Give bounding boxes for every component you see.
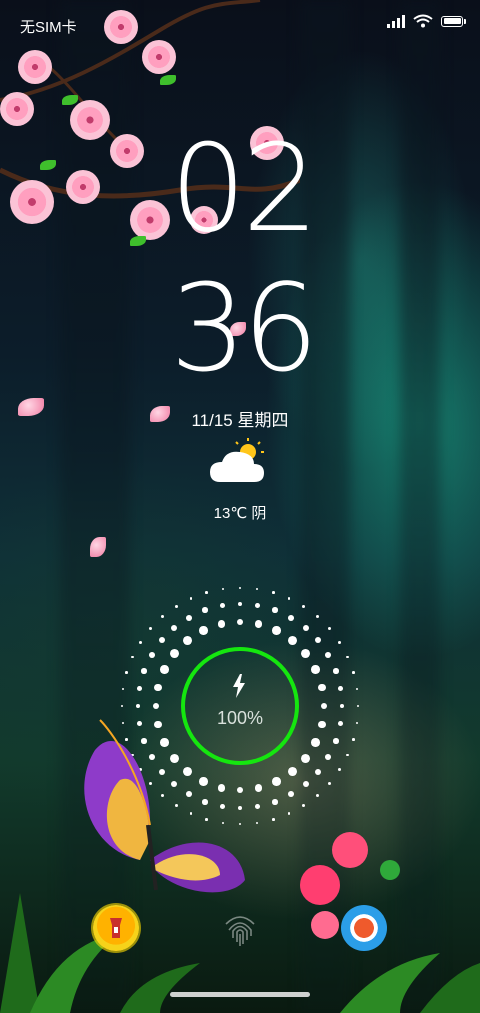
- charging-dot: [302, 803, 306, 807]
- charging-dot: [318, 683, 326, 692]
- charging-dot: [272, 626, 281, 635]
- charging-dot: [337, 768, 341, 772]
- charging-dot: [137, 685, 142, 691]
- flashlight-button[interactable]: [93, 905, 139, 951]
- charging-dot: [131, 655, 135, 659]
- blossom: [18, 50, 52, 84]
- charging-dot: [337, 640, 341, 644]
- charging-dot: [255, 804, 261, 809]
- status-bar: 无SIM卡: [0, 0, 480, 50]
- charging-dot: [355, 721, 358, 724]
- charging-dot: [141, 668, 147, 674]
- blossom: [110, 134, 144, 168]
- charging-dot: [318, 720, 326, 729]
- charging-dot: [174, 605, 178, 609]
- charging-dot: [272, 607, 278, 613]
- charging-dot: [237, 601, 243, 607]
- battery-tip: [464, 18, 466, 24]
- charging-dot: [148, 652, 155, 658]
- charging-dot: [351, 737, 355, 741]
- charging-dot: [186, 614, 192, 621]
- charging-dot: [311, 738, 320, 747]
- charging-dot: [205, 591, 209, 595]
- charging-dot: [160, 665, 169, 674]
- charging-dot: [287, 767, 297, 777]
- charging-dot: [254, 620, 263, 628]
- charging-dot: [154, 683, 162, 692]
- charging-dot: [135, 703, 141, 709]
- charging-dot: [161, 615, 165, 619]
- charging-dot: [338, 685, 343, 691]
- charging-dot: [255, 603, 261, 608]
- charging-dot: [302, 624, 309, 631]
- lightning-bolt-icon: [233, 674, 245, 698]
- camera-button[interactable]: [341, 905, 387, 951]
- charging-dot: [333, 738, 339, 744]
- charging-dot: [271, 817, 275, 821]
- charging-dot: [255, 588, 258, 591]
- charging-dot: [333, 668, 339, 674]
- charging-dot: [222, 588, 225, 591]
- home-indicator[interactable]: [170, 992, 310, 997]
- charging-dot: [169, 649, 179, 659]
- butterfly-decoration: [84, 719, 245, 893]
- clock-minute: 36: [170, 260, 319, 399]
- charging-dot: [219, 603, 225, 608]
- charging-dot: [120, 704, 124, 708]
- charging-dot: [139, 640, 143, 644]
- blossom: [10, 180, 54, 224]
- clock-hour: 02: [170, 120, 319, 259]
- charging-dot: [315, 768, 322, 775]
- charging-dot: [355, 688, 358, 691]
- partly-cloudy-icon: [210, 438, 264, 482]
- fingerprint-icon[interactable]: [216, 904, 264, 952]
- charging-dot: [272, 777, 281, 786]
- charging-dot: [271, 591, 275, 595]
- charging-dot: [255, 821, 258, 824]
- blossom: [66, 170, 100, 204]
- charging-dot: [327, 781, 331, 785]
- status-icons: [387, 14, 466, 28]
- charging-dot: [302, 781, 309, 788]
- charging-dot: [288, 791, 294, 798]
- charging-dot: [315, 793, 319, 797]
- charging-dot: [311, 665, 320, 674]
- charging-dot: [152, 702, 160, 710]
- blossom: [0, 92, 34, 126]
- charging-dot: [338, 721, 343, 727]
- carrier-label: 无SIM卡: [20, 19, 77, 36]
- charging-dot: [351, 671, 355, 675]
- charging-dot: [236, 618, 244, 626]
- camera-icon: [341, 905, 387, 951]
- charging-dot: [287, 635, 297, 645]
- charging-dot: [288, 614, 294, 621]
- charging-dot: [183, 635, 193, 645]
- charging-dot: [149, 627, 153, 631]
- charging-dot: [356, 704, 360, 708]
- blossom: [70, 100, 110, 140]
- blossom: [130, 200, 170, 240]
- signal-icon: [387, 14, 405, 28]
- charging-dot: [254, 784, 263, 792]
- charging-dot: [327, 627, 331, 631]
- charging-dot: [238, 586, 242, 590]
- charging-dot: [217, 620, 226, 628]
- charging-dot: [287, 811, 291, 815]
- date-weekday: 11/15 星期四: [191, 411, 289, 430]
- wifi-icon: [413, 14, 433, 28]
- flashlight-icon: [110, 918, 122, 938]
- charging-dot: [199, 626, 208, 635]
- temperature-condition: 13℃ 阴: [213, 505, 267, 522]
- charging-dot: [158, 637, 165, 644]
- charging-dot: [287, 597, 291, 601]
- charging-dot: [301, 753, 311, 763]
- charging-dot: [202, 607, 208, 613]
- battery-icon: [441, 15, 463, 27]
- charging-dot: [345, 655, 349, 659]
- charging-dot: [171, 624, 178, 631]
- charging-dot: [189, 597, 193, 601]
- charging-dot: [272, 799, 278, 805]
